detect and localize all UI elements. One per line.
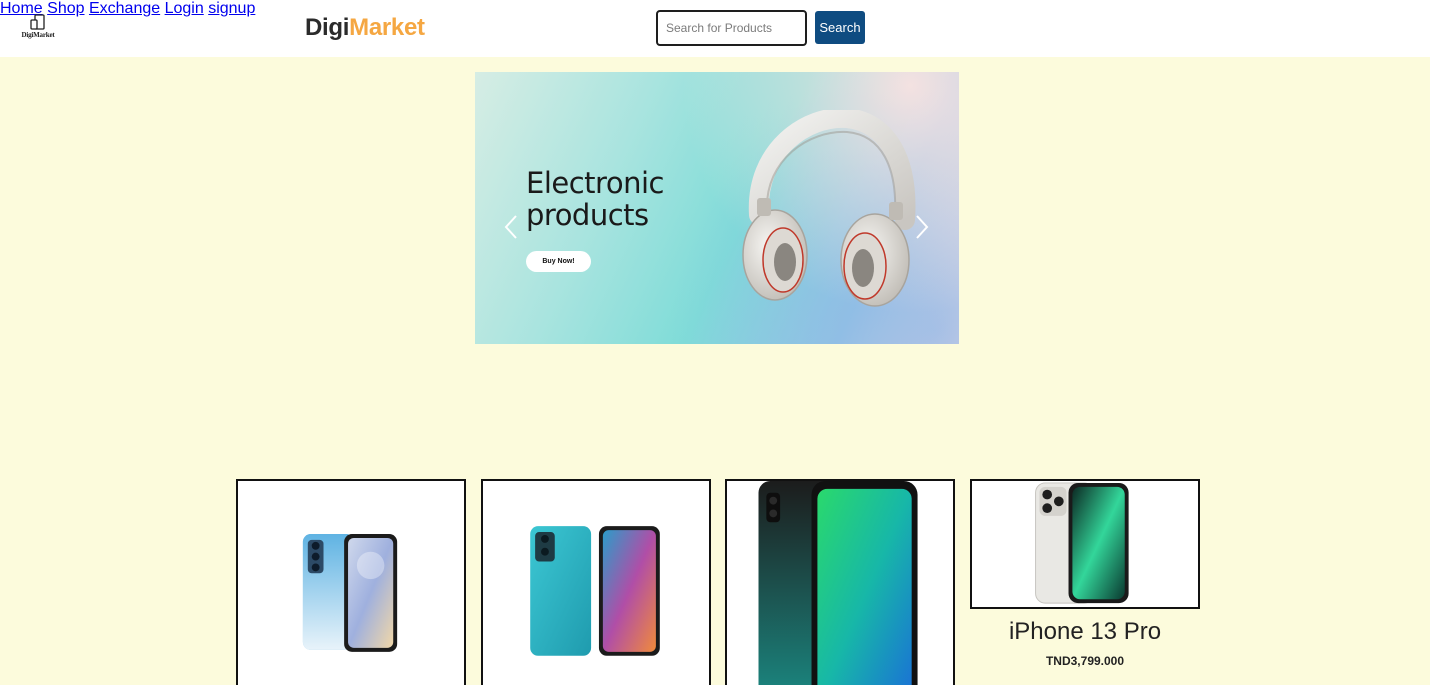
product-card[interactable]: [970, 479, 1200, 609]
product-card[interactable]: [236, 479, 466, 685]
logo-text: DigiMarket: [21, 31, 55, 39]
product-image: [758, 481, 918, 685]
product-image: [1035, 482, 1129, 604]
slide-title: Electronic products: [526, 167, 746, 231]
buy-now-button[interactable]: Buy Now!: [526, 251, 591, 272]
brand-name-part1: Digi: [305, 14, 350, 41]
site-logo[interactable]: DigiMarket: [20, 14, 56, 44]
carousel-prev-button[interactable]: [502, 212, 520, 242]
brand-title[interactable]: DigiMarket: [305, 14, 425, 42]
product-image: [530, 526, 660, 656]
chevron-left-icon: [504, 215, 517, 239]
product-card[interactable]: [725, 479, 955, 685]
phone-logo-icon: [30, 14, 45, 30]
nav-signup[interactable]: signup: [208, 0, 255, 17]
brand-name-part2: Market: [349, 14, 425, 41]
site-header: DigiMarket DigiMarket Search Home Shop E…: [0, 0, 1430, 57]
search-input[interactable]: [656, 10, 807, 46]
product-card[interactable]: [481, 479, 711, 685]
product-image: [302, 534, 398, 652]
product-name[interactable]: iPhone 13 Pro: [970, 618, 1200, 646]
slide-title-line2: products: [526, 198, 649, 232]
nav-exchange[interactable]: Exchange: [89, 0, 160, 17]
headphones-image: [742, 110, 916, 307]
hero-carousel: Electronic products Buy Now!: [475, 72, 959, 344]
product-price: TND3,799.000: [1045, 654, 1125, 668]
search-button[interactable]: Search: [815, 11, 865, 44]
nav-login[interactable]: Login: [165, 0, 204, 17]
slide-title-line1: Electronic: [526, 166, 664, 200]
